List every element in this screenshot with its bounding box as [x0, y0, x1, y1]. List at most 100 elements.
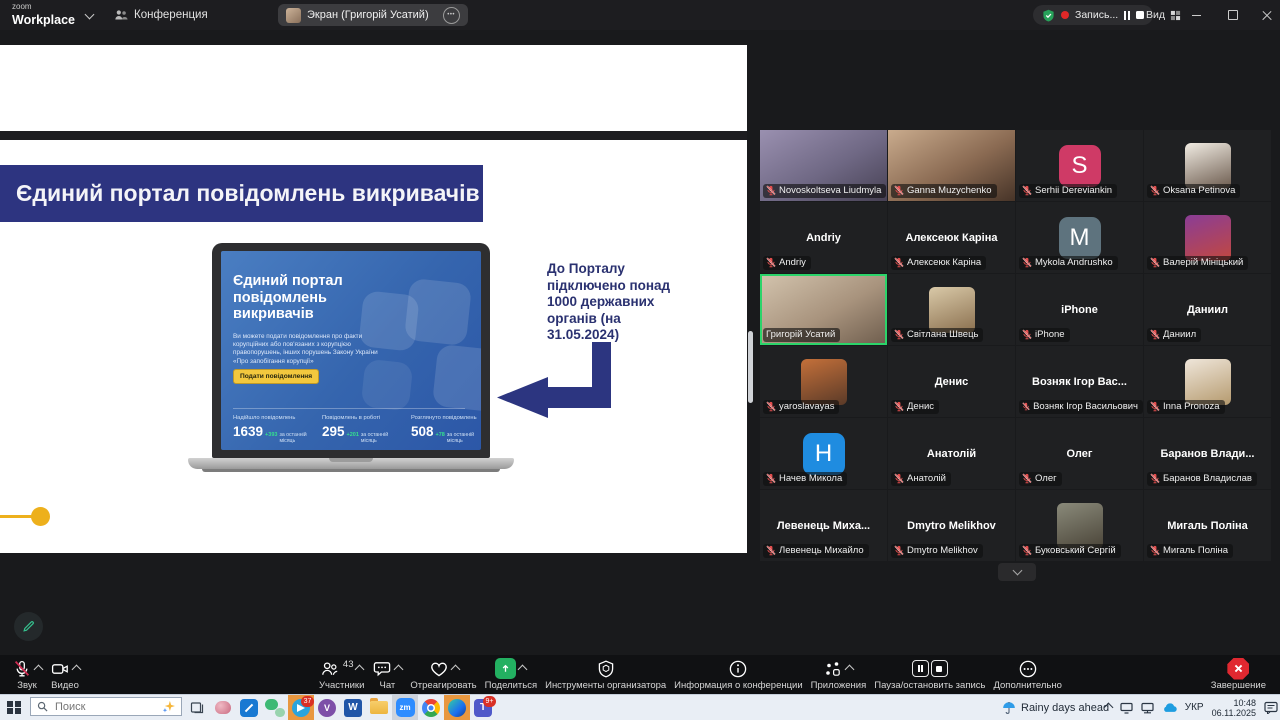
participant-tile[interactable]: Баранов Влади...Баранов Владислав	[1144, 418, 1271, 489]
taskbar-chrome[interactable]	[418, 695, 444, 720]
participant-tile[interactable]: Буковський Сергій	[1016, 490, 1143, 561]
participant-tile[interactable]: ДенисДенис	[888, 346, 1015, 417]
participant-tile[interactable]: Левенець Миха...Левенець Михайло	[760, 490, 887, 561]
taskbar-app-brain[interactable]	[210, 695, 236, 720]
annotate-button[interactable]	[14, 612, 43, 641]
toolbar-apps[interactable]: Приложения	[807, 658, 871, 691]
slide-decor-dot	[31, 507, 50, 526]
participant-tile[interactable]: Oksana Petinova	[1144, 130, 1271, 201]
toolbar-label: Участники	[319, 680, 364, 691]
participant-tile[interactable]: Dmytro MelikhovDmytro Melikhov	[888, 490, 1015, 561]
taskbar-snipping[interactable]	[236, 695, 262, 720]
chevron-down-icon[interactable]	[85, 10, 95, 20]
participant-tile[interactable]: ННачев Микола	[760, 418, 887, 489]
toolbar-video[interactable]: Видео	[46, 658, 84, 691]
minimize-button[interactable]	[1179, 0, 1213, 30]
stop-record-icon[interactable]	[931, 660, 948, 677]
participant-tile[interactable]: Возняк Ігор Вас...Возняк Ігор Васильович	[1016, 346, 1143, 417]
tab-options-icon[interactable]: •••	[443, 7, 460, 24]
react-heart-icon	[429, 659, 449, 679]
chevron-up-icon[interactable]	[394, 665, 404, 675]
toolbar-react[interactable]: Отреагировать	[406, 658, 480, 691]
chevron-up-icon[interactable]	[518, 665, 528, 675]
participant-tile[interactable]: yaroslavayas	[760, 346, 887, 417]
network-icon[interactable]	[1141, 702, 1154, 714]
taskbar-viber[interactable]: V	[314, 695, 340, 720]
participant-tile[interactable]: AndriyAndriy	[760, 202, 887, 273]
close-button[interactable]	[1250, 0, 1280, 30]
onedrive-cloud-icon[interactable]	[1162, 703, 1177, 712]
toolbar-leave[interactable]: Завершение	[1207, 658, 1270, 691]
participant-label: Andriy	[763, 256, 811, 270]
participant-name-center: Даниил	[1187, 304, 1228, 316]
chevron-up-icon[interactable]	[34, 665, 44, 675]
toolbar-host-tools[interactable]: Инструменты организатора	[541, 658, 670, 691]
participant-tile[interactable]: Ganna Muzychenko	[888, 130, 1015, 201]
more-icon	[1018, 659, 1038, 679]
taskbar-task-view[interactable]	[184, 695, 210, 720]
toolbar-meeting-info[interactable]: Информация о конференции	[670, 658, 807, 691]
toolbar-record[interactable]: Пауза/остановить запись	[870, 658, 989, 691]
start-button[interactable]	[0, 695, 28, 720]
display-icon[interactable]	[1120, 702, 1133, 714]
participant-tile[interactable]: Валерій Мініцький	[1144, 202, 1271, 273]
participant-tile[interactable]: MMykola Andrushko	[1016, 202, 1143, 273]
muted-mic-icon	[894, 545, 904, 556]
participant-tile[interactable]: ДаниилДаниил	[1144, 274, 1271, 345]
search-icon	[37, 701, 48, 712]
participant-tile[interactable]: SSerhii Dereviankin	[1016, 130, 1143, 201]
taskbar-edge[interactable]	[444, 695, 470, 720]
toolbar-chat[interactable]: Чат	[368, 658, 406, 691]
pause-record-icon[interactable]	[912, 660, 929, 677]
taskbar-teams[interactable]: T9+	[470, 695, 496, 720]
language-indicator[interactable]: УКР	[1185, 702, 1204, 713]
participant-label: Mykola Andrushko	[1019, 256, 1118, 270]
taskbar-weather[interactable]: Rainy days ahead	[1002, 695, 1109, 720]
people-icon	[114, 9, 128, 21]
participant-tile[interactable]: iPhoneiPhone	[1016, 274, 1143, 345]
tray-expand-icon[interactable]	[1103, 703, 1113, 713]
maximize-button[interactable]	[1216, 0, 1250, 30]
view-button[interactable]: Вид	[1146, 0, 1181, 30]
participant-tile[interactable]: Inna Pronoza	[1144, 346, 1271, 417]
toolbar-audio[interactable]: Звук	[8, 658, 46, 691]
chevron-up-icon[interactable]	[355, 665, 365, 675]
chevron-up-icon[interactable]	[72, 665, 82, 675]
taskbar-word[interactable]: W	[340, 695, 366, 720]
notification-center-icon[interactable]	[1264, 701, 1278, 714]
task-view-icon	[190, 700, 205, 715]
taskbar-wechat[interactable]	[262, 695, 288, 720]
chevron-up-icon[interactable]	[450, 665, 460, 675]
taskbar-explorer[interactable]	[366, 695, 392, 720]
arrow-left-icon	[492, 342, 617, 427]
participant-tile[interactable]: Григорій Усатий	[760, 274, 887, 345]
gallery-more-button[interactable]	[998, 563, 1036, 581]
toolbar-more[interactable]: Дополнительно	[989, 658, 1065, 691]
participant-tile[interactable]: Світлана Швець	[888, 274, 1015, 345]
participant-tile[interactable]: Мигаль ПолінаМигаль Поліна	[1144, 490, 1271, 561]
taskbar-telegram[interactable]: 37	[288, 695, 314, 720]
participant-label: Світлана Швець	[891, 328, 983, 342]
laptop-base	[188, 458, 514, 469]
tab-screen-share[interactable]: Экран (Григорій Усатий) •••	[278, 4, 468, 26]
chevron-up-icon[interactable]	[845, 665, 855, 675]
taskbar-zoom[interactable]: zm	[392, 695, 418, 720]
toolbar-share[interactable]: Поделиться	[481, 658, 541, 691]
participant-tile[interactable]: АнатолійАнатолій	[888, 418, 1015, 489]
pause-recording-icon[interactable]	[1124, 11, 1130, 20]
muted-mic-icon	[1022, 257, 1032, 268]
toolbar-participants[interactable]: 43Участники	[315, 658, 368, 691]
panel-resize-handle[interactable]	[748, 331, 753, 403]
slide-top-border	[0, 131, 747, 140]
view-label: Вид	[1146, 9, 1165, 21]
participant-tile[interactable]: ОлегОлег	[1016, 418, 1143, 489]
participant-tile[interactable]: Алексеюк КарінаАлексеюк Каріна	[888, 202, 1015, 273]
participant-label: Левенець Михайло	[763, 544, 869, 558]
search-input[interactable]	[53, 700, 157, 714]
taskbar-clock[interactable]: 10:48 06.11.2025	[1212, 698, 1256, 718]
participant-tile[interactable]: Novoskoltseva Liudmyla	[760, 130, 887, 201]
stop-recording-icon[interactable]	[1136, 11, 1144, 19]
tab-meeting[interactable]: Конференция	[114, 0, 208, 30]
time-label: 10:48	[1233, 698, 1256, 708]
taskbar-search[interactable]	[30, 697, 182, 716]
